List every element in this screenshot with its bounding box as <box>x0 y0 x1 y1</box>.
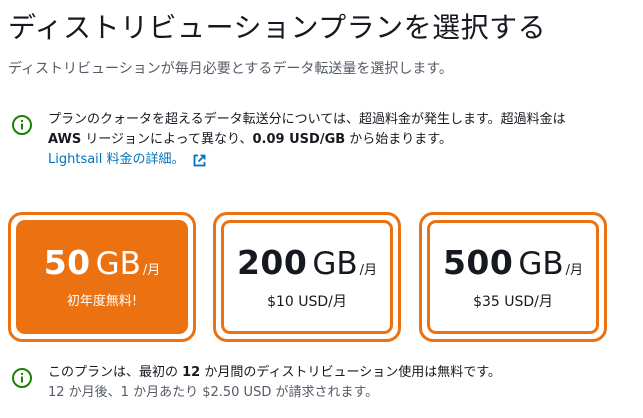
plan-size-number: 50 <box>43 242 91 282</box>
overage-text-3: から始まります。 <box>345 132 452 147</box>
info-icon <box>12 115 32 135</box>
plan-card-50gb[interactable]: 50 GB /月 初年度無料! <box>8 212 196 342</box>
overage-text-1: プランのクォータを超えるデータ転送分については、超過料金が発生します。超過料金は <box>48 112 566 127</box>
overage-aws: AWS <box>48 132 82 147</box>
plan-card-200gb[interactable]: 200 GB /月 $10 USD/月 <box>213 212 401 342</box>
overage-text-2: リージョンによって異なり、 <box>81 132 253 147</box>
pricing-details-link[interactable]: Lightsail 料金の詳細。 <box>48 150 206 170</box>
plan-size-period: /月 <box>359 262 378 278</box>
plan-card-body: 50 GB /月 初年度無料! <box>16 220 188 334</box>
plan-size-unit: GB <box>312 245 358 282</box>
plan-price: $10 USD/月 <box>267 293 347 310</box>
plan-card-500gb[interactable]: 500 GB /月 $35 USD/月 <box>419 212 607 342</box>
external-link-icon <box>193 154 205 166</box>
plan-size-number: 200 <box>236 242 308 282</box>
plan-price: 初年度無料! <box>66 293 138 309</box>
free-tier-text-1: このプランは、最初の <box>48 365 183 380</box>
distribution-plan-panel: ディストリビューションプランを選択する ディストリビューションが毎月必要とするデ… <box>0 0 643 418</box>
free-tier-notice: このプランは、最初の 12 か月間のディストリビューション使用は無料です。 12… <box>48 363 628 403</box>
overage-notice: プランのクォータを超えるデータ転送分については、超過料金が発生します。超過料金は… <box>48 110 628 170</box>
plan-size: 50 GB /月 <box>43 242 161 283</box>
overage-price: 0.09 USD/GB <box>252 132 346 147</box>
page-subtitle: ディストリビューションが毎月必要とするデータ転送量を選択します。 <box>8 61 453 77</box>
plan-size-period: /月 <box>142 262 161 278</box>
pricing-details-link-label: Lightsail 料金の詳細。 <box>48 152 185 167</box>
info-icon <box>12 368 32 388</box>
free-tier-text-2: か月間のディストリビューション使用は無料です。 <box>200 365 501 380</box>
plan-card-body: 200 GB /月 $10 USD/月 <box>221 220 393 334</box>
plan-size-period: /月 <box>565 262 584 278</box>
plan-size-unit: GB <box>518 245 564 282</box>
page-title: ディストリビューションプランを選択する <box>8 11 547 44</box>
free-tier-months: 12 <box>182 365 201 380</box>
plan-size: 200 GB /月 <box>236 242 378 283</box>
plan-size-unit: GB <box>95 245 141 282</box>
plan-size-number: 500 <box>442 242 514 282</box>
plan-card-body: 500 GB /月 $35 USD/月 <box>427 220 599 334</box>
free-tier-after-text: 12 か月後、1 か月あたり $2.50 USD が請求されます。 <box>48 385 379 400</box>
plan-price: $35 USD/月 <box>473 293 553 310</box>
plan-size: 500 GB /月 <box>442 242 584 283</box>
